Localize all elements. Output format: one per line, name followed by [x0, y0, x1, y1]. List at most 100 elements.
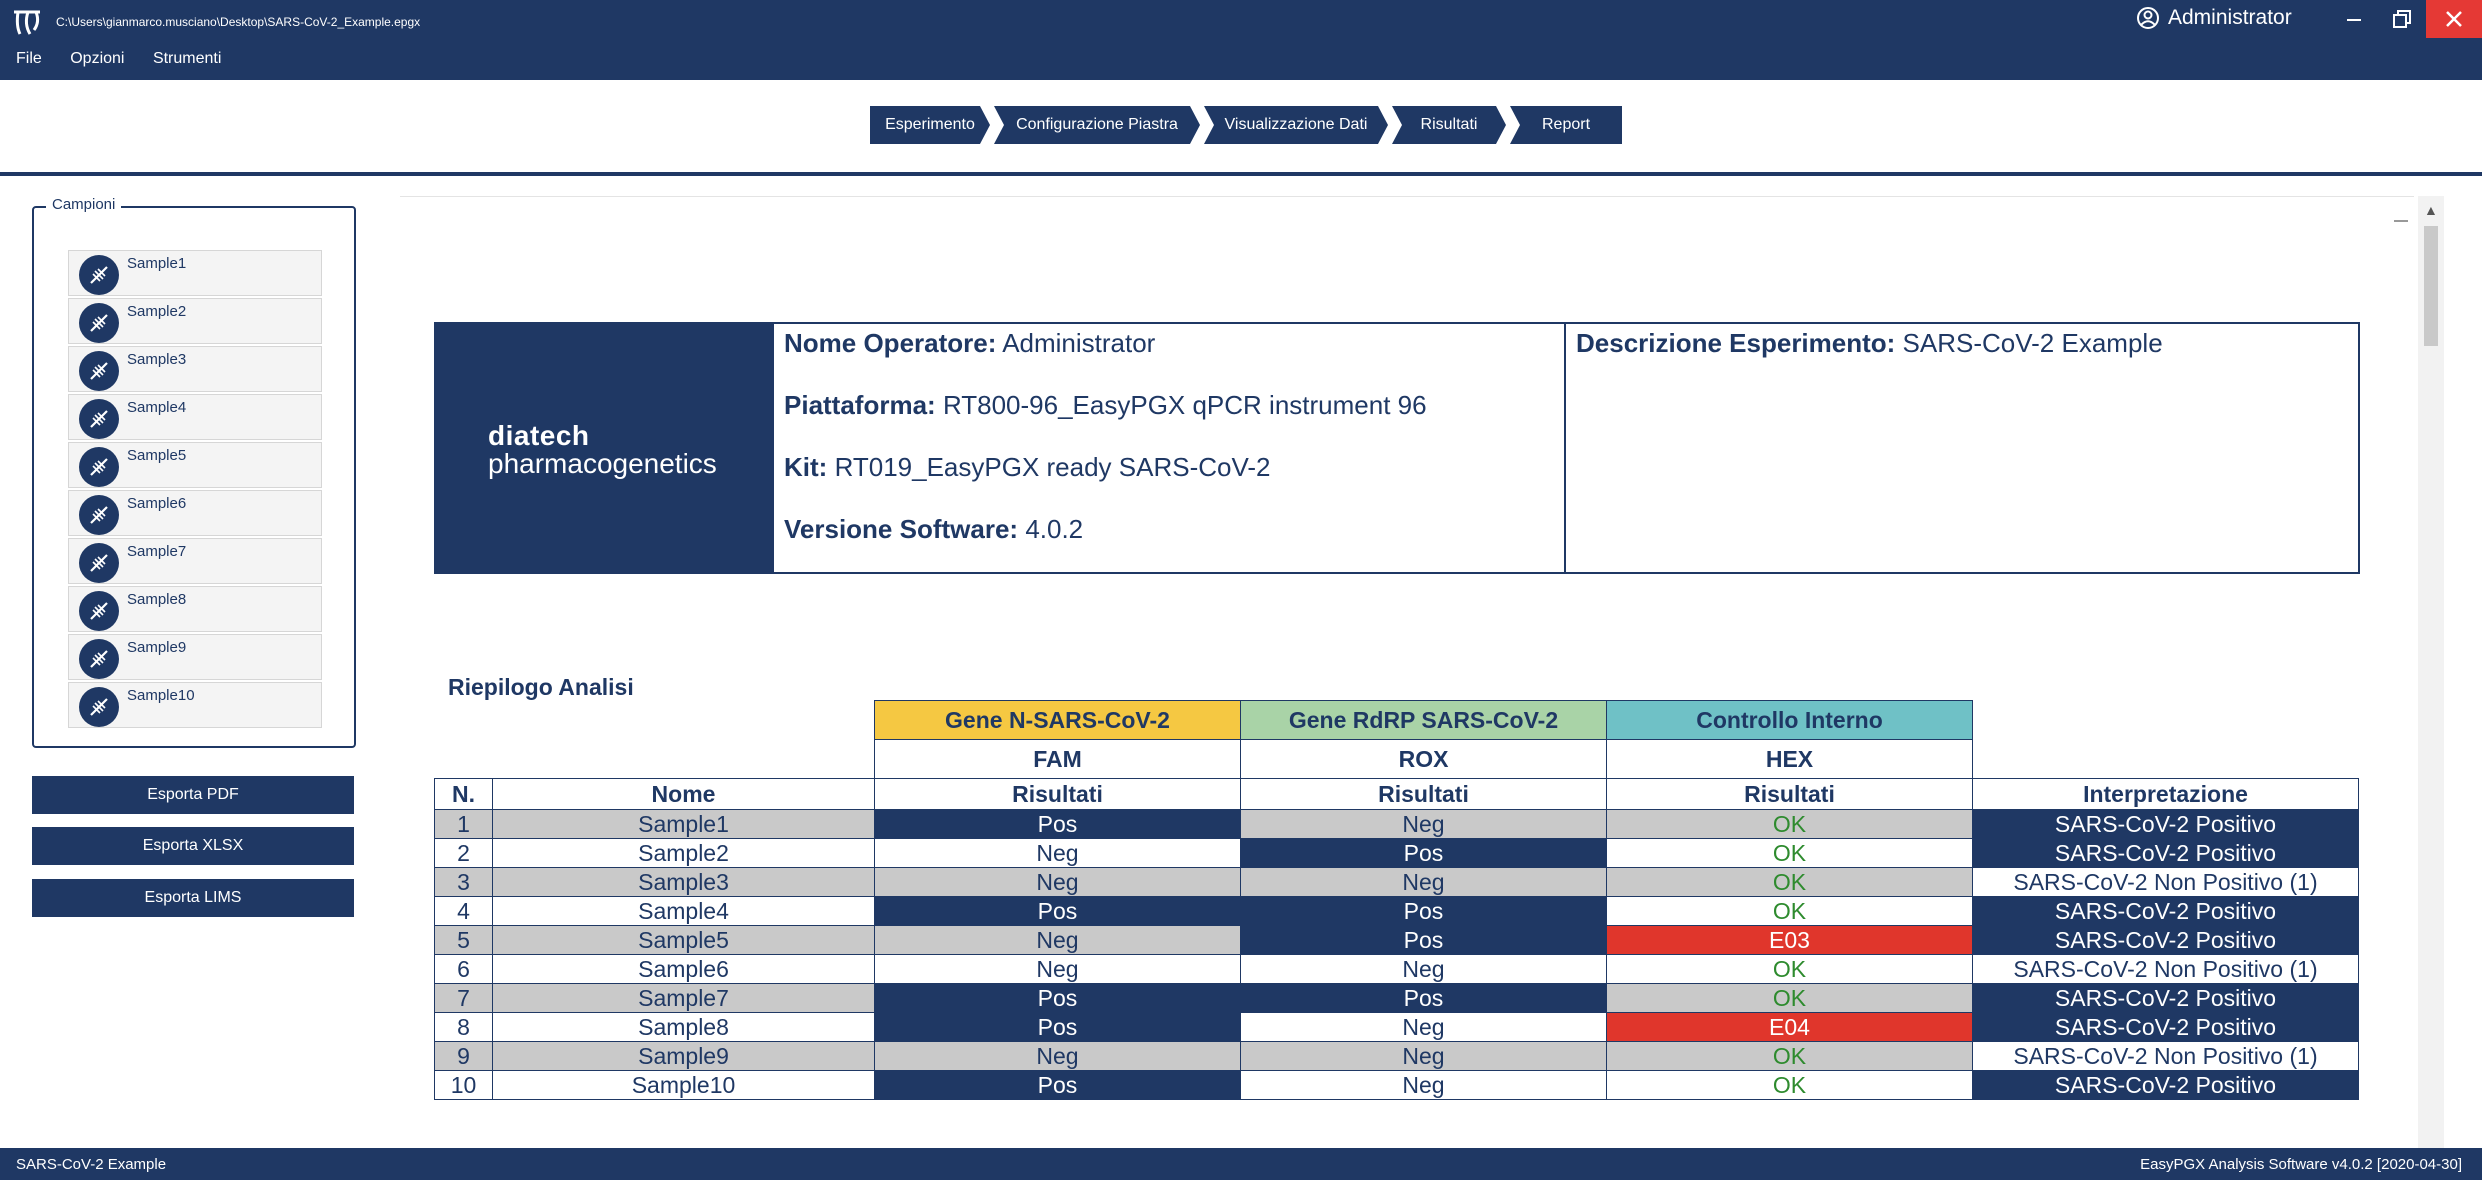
channel-fam: FAM [874, 739, 1241, 779]
cell-n: 10 [434, 1070, 493, 1100]
cell-fam: Pos [874, 983, 1241, 1013]
menu-file[interactable]: File [16, 50, 42, 68]
table-row[interactable]: 4 Sample4 Pos Pos OK SARS-CoV-2 Positivo [434, 896, 2359, 926]
gene-n-header: Gene N-SARS-CoV-2 [874, 700, 1241, 740]
dna-icon [79, 639, 119, 679]
vertical-scrollbar[interactable]: ▲ [2418, 196, 2444, 1148]
cell-name: Sample9 [492, 1041, 875, 1071]
dna-icon [79, 351, 119, 391]
table-row[interactable]: 7 Sample7 Pos Pos OK SARS-CoV-2 Positivo [434, 983, 2359, 1013]
cell-hex: OK [1606, 809, 1973, 839]
cell-interpretation: SARS-CoV-2 Positivo [1972, 983, 2359, 1013]
cell-fam: Pos [874, 1012, 1241, 1042]
menu-strumenti[interactable]: Strumenti [153, 50, 221, 68]
cell-rox: Neg [1240, 954, 1607, 984]
cell-interpretation: SARS-CoV-2 Positivo [1972, 925, 2359, 955]
table-row[interactable]: 8 Sample8 Pos Neg E04 SARS-CoV-2 Positivo [434, 1012, 2359, 1042]
sample-list-item[interactable]: Sample7 [68, 538, 322, 584]
cell-name: Sample8 [492, 1012, 875, 1042]
dna-icon [79, 303, 119, 343]
export-lims-button[interactable]: Esporta LIMS [32, 879, 354, 917]
table-row[interactable]: 2 Sample2 Neg Pos OK SARS-CoV-2 Positivo [434, 838, 2359, 868]
table-row[interactable]: 3 Sample3 Neg Neg OK SARS-CoV-2 Non Positivo … [434, 867, 2359, 897]
channel-hex: HEX [1606, 739, 1973, 779]
step-configurazione-piastra[interactable]: Configurazione Piastra [994, 106, 1200, 144]
sample-list-item[interactable]: Sample3 [68, 346, 322, 392]
cell-fam: Neg [874, 954, 1241, 984]
report-header: diatech pharmacogenetics Nome Operatore:… [434, 322, 2360, 574]
sample-label: Sample9 [127, 639, 187, 656]
app-logo-icon [14, 10, 40, 35]
cell-name: Sample6 [492, 954, 875, 984]
sample-list-item[interactable]: Sample9 [68, 634, 322, 680]
maximize-button[interactable] [2380, 0, 2424, 38]
sample-label: Sample2 [127, 303, 187, 320]
cell-hex: E04 [1606, 1012, 1973, 1042]
step-risultati[interactable]: Risultati [1392, 106, 1506, 144]
export-xlsx-button[interactable]: Esporta XLSX [32, 827, 354, 865]
table-row[interactable]: 6 Sample6 Neg Neg OK SARS-CoV-2 Non Positivo … [434, 954, 2359, 984]
step-visualizzazione-dati[interactable]: Visualizzazione Dati [1204, 106, 1388, 144]
sample-list-item[interactable]: Sample10 [68, 682, 322, 728]
status-version: EasyPGX Analysis Software v4.0.2 [2020-0… [2140, 1156, 2462, 1173]
minimize-button[interactable] [2332, 0, 2376, 38]
table-row[interactable]: 10 Sample10 Pos Neg OK SARS-CoV-2 Positivo [434, 1070, 2359, 1100]
cell-rox: Pos [1240, 838, 1607, 868]
cell-hex: OK [1606, 896, 1973, 926]
cell-name: Sample4 [492, 896, 875, 926]
cell-rox: Neg [1240, 1012, 1607, 1042]
cell-fam: Pos [874, 809, 1241, 839]
sample-label: Sample1 [127, 255, 187, 272]
cell-n: 9 [434, 1041, 493, 1071]
table-row[interactable]: 1 Sample1 Pos Neg OK SARS-CoV-2 Positivo [434, 809, 2359, 839]
sample-list-item[interactable]: Sample6 [68, 490, 322, 536]
sample-list-item[interactable]: Sample2 [68, 298, 322, 344]
workflow-steps: Esperimento Configurazione Piastra Visua… [870, 106, 1626, 144]
collapse-icon[interactable] [2394, 220, 2408, 222]
sample-list-item[interactable]: Sample8 [68, 586, 322, 632]
close-button[interactable] [2426, 0, 2482, 38]
company-logo: diatech pharmacogenetics [436, 324, 774, 572]
channel-rox: ROX [1240, 739, 1607, 779]
scroll-up-icon[interactable]: ▲ [2424, 202, 2438, 218]
sample-list-item[interactable]: Sample1 [68, 250, 322, 296]
cell-n: 1 [434, 809, 493, 839]
scroll-thumb[interactable] [2424, 226, 2438, 346]
cell-rox: Neg [1240, 867, 1607, 897]
close-icon [2446, 11, 2462, 27]
maximize-icon [2393, 10, 2411, 28]
platform-line: Piattaforma: RT800-96_EasyPGX qPCR instr… [784, 390, 1427, 420]
dna-icon [79, 687, 119, 727]
cell-n: 6 [434, 954, 493, 984]
dna-icon [79, 591, 119, 631]
cell-fam: Neg [874, 925, 1241, 955]
step-report[interactable]: Report [1510, 106, 1622, 144]
experiment-info: Nome Operatore: Administrator Piattaform… [774, 324, 1566, 572]
cell-name: Sample2 [492, 838, 875, 868]
sample-list-item[interactable]: Sample4 [68, 394, 322, 440]
table-row[interactable]: 9 Sample9 Neg Neg OK SARS-CoV-2 Non Positivo … [434, 1041, 2359, 1071]
cell-hex: OK [1606, 954, 1973, 984]
col-fam-results: Risultati [874, 778, 1241, 810]
sample-list-item[interactable]: Sample5 [68, 442, 322, 488]
cell-rox: Pos [1240, 896, 1607, 926]
gene-header-row: Gene N-SARS-CoV-2 Gene RdRP SARS-CoV-2 C… [435, 700, 2359, 740]
cell-name: Sample3 [492, 867, 875, 897]
cell-rox: Pos [1240, 925, 1607, 955]
sample-label: Sample5 [127, 447, 187, 464]
menu-opzioni[interactable]: Opzioni [70, 50, 124, 68]
cell-interpretation: SARS-CoV-2 Non Positivo (1) [1972, 867, 2359, 897]
status-bar: SARS-CoV-2 Example EasyPGX Analysis Soft… [0, 1148, 2482, 1180]
user-menu[interactable]: Administrator [2136, 6, 2292, 30]
dna-icon [79, 399, 119, 439]
table-row[interactable]: 5 Sample5 Neg Pos E03 SARS-CoV-2 Positivo [434, 925, 2359, 955]
file-path: C:\Users\gianmarco.musciano\Desktop\SARS… [56, 15, 421, 29]
column-header-row: N. Nome Risultati Risultati Risultati In… [434, 778, 2359, 810]
export-pdf-button[interactable]: Esporta PDF [32, 776, 354, 814]
cell-rox: Neg [1240, 1041, 1607, 1071]
cell-interpretation: SARS-CoV-2 Positivo [1972, 838, 2359, 868]
results-table: Gene N-SARS-CoV-2 Gene RdRP SARS-CoV-2 C… [434, 700, 2359, 1100]
status-experiment: SARS-CoV-2 Example [16, 1156, 167, 1173]
user-circle-icon [2137, 7, 2159, 29]
step-esperimento[interactable]: Esperimento [870, 106, 990, 144]
